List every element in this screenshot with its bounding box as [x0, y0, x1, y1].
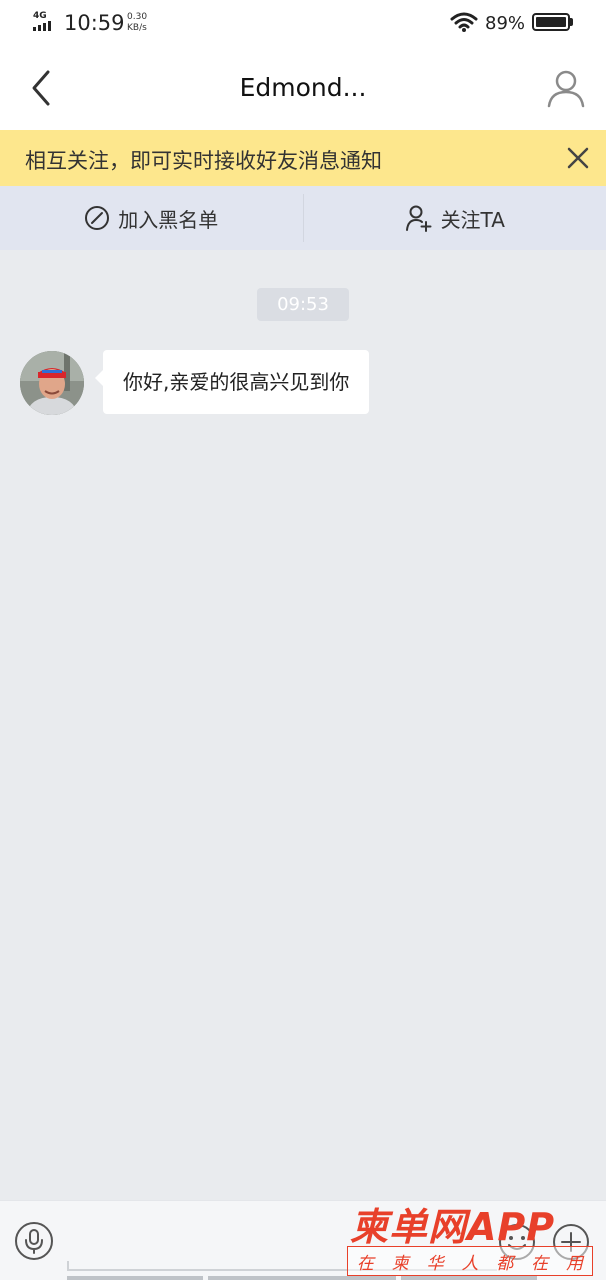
- person-icon[interactable]: [544, 66, 588, 110]
- close-icon[interactable]: [562, 142, 594, 174]
- follow-label: 关注TA: [440, 207, 505, 232]
- blacklist-label: 加入黑名单: [118, 207, 219, 232]
- signal-icon: [33, 21, 51, 31]
- watermark-char: 人: [461, 1253, 479, 1274]
- network-speed-value: 0.30: [127, 12, 148, 22]
- blacklist-button[interactable]: 加入黑名单: [0, 186, 303, 250]
- message-timestamp: 09:53: [257, 288, 349, 321]
- avatar[interactable]: [20, 351, 84, 415]
- watermark-char: 华: [426, 1253, 444, 1274]
- watermark-logo: 柬单网APP: [350, 1205, 556, 1249]
- watermark-char: 都: [496, 1253, 514, 1274]
- keyboard-strip: [67, 1276, 203, 1280]
- watermark-char: 用: [565, 1253, 583, 1274]
- watermark-char: 在: [356, 1253, 374, 1274]
- battery-tip: [570, 18, 573, 26]
- network-speed: 0.30 KB/s: [127, 12, 147, 34]
- watermark-char: 柬: [391, 1253, 409, 1274]
- watermark-char: 在: [531, 1253, 549, 1274]
- follow-button[interactable]: 关注TA: [304, 186, 606, 250]
- action-row: 加入黑名单 关注TA: [0, 186, 606, 250]
- keyboard-strip: [208, 1276, 396, 1280]
- battery-percent: 89%: [485, 13, 526, 34]
- keyboard-strip: [401, 1276, 537, 1280]
- block-icon: [85, 206, 110, 230]
- wifi-icon: [450, 12, 478, 32]
- message-bubble[interactable]: 你好,亲爱的很高兴见到你: [94, 350, 370, 414]
- status-bar: 4G 10:59 0.30 KB/s 89%: [0, 0, 606, 48]
- network-type: 4G: [33, 11, 47, 21]
- network-speed-unit: KB/s: [127, 23, 147, 33]
- status-time: 10:59: [64, 11, 125, 35]
- follow-notice-banner: 相互关注，即可实时接收好友消息通知: [0, 130, 606, 186]
- page-title: Edmond...: [239, 73, 367, 102]
- add-person-icon: [405, 205, 432, 232]
- avatar-photo: [20, 351, 84, 415]
- watermark-slogan: 在 柬 华 人 都 在 用: [347, 1246, 593, 1276]
- nav-bar: Edmond...: [0, 48, 606, 130]
- microphone-icon[interactable]: [14, 1221, 54, 1261]
- notice-text: 相互关注，即可实时接收好友消息通知: [25, 149, 382, 173]
- battery-icon: [532, 13, 570, 31]
- chat-area[interactable]: 09:53 你好,亲爱的很高兴见到你: [0, 250, 606, 1200]
